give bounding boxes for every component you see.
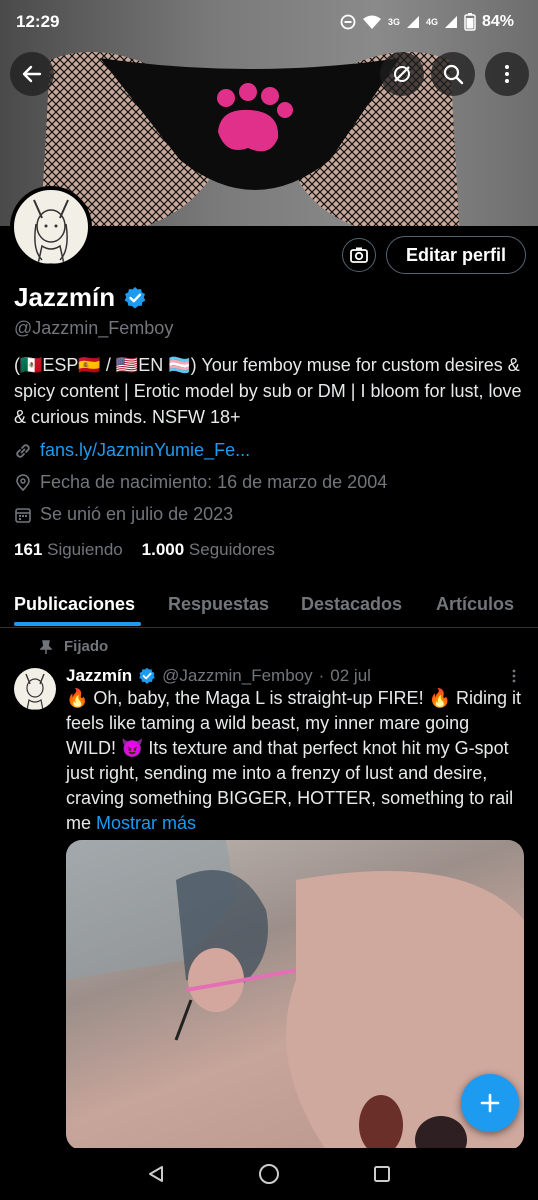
verified-icon [139, 667, 155, 684]
nav-home-icon[interactable] [258, 1163, 280, 1185]
avatar-image [33, 199, 69, 264]
nav-recents-icon[interactable] [372, 1164, 392, 1184]
active-tab-indicator [14, 622, 141, 626]
profile-name-row: Jazzmín [14, 282, 147, 313]
compose-post-button[interactable] [461, 1074, 519, 1132]
profile-name: Jazzmín [14, 282, 116, 312]
nav-back-icon[interactable] [146, 1164, 166, 1184]
search-icon [443, 64, 464, 85]
post-avatar[interactable] [14, 668, 56, 710]
follow-stats: 161 Siguiendo 1.000 Seguidores [14, 540, 275, 560]
join-date-text: Se unió en julio de 2023 [40, 504, 234, 524]
status-bar: 12:29 3G 4G 84% [0, 0, 538, 44]
post-author-handle[interactable]: @Jazzmin_Femboy [162, 666, 312, 686]
signal-icon-1 [406, 16, 419, 28]
plus-icon [480, 1093, 500, 1113]
status-time: 12:29 [16, 12, 60, 31]
followers-link[interactable]: 1.000 Seguidores [142, 540, 275, 559]
verified-icon[interactable] [123, 286, 147, 310]
tab-articulos[interactable]: Artículos [436, 594, 514, 615]
post-media-image [66, 840, 524, 1150]
edit-profile-button[interactable]: Editar perfil [386, 236, 526, 274]
post-media[interactable] [66, 840, 524, 1150]
tab-destacados[interactable]: Destacados [301, 594, 402, 615]
media-button[interactable] [342, 238, 376, 272]
followers-label: Seguidores [188, 540, 275, 559]
post-header: Jazzmín @Jazzmin_Femboy · 02 jul [66, 666, 371, 686]
post-author-name[interactable]: Jazzmín [66, 666, 132, 686]
profile-link-row[interactable]: fans.ly/JazminYumie_Fe... [14, 440, 250, 461]
show-more-link[interactable]: Mostrar más [96, 813, 196, 833]
location-icon [16, 473, 30, 491]
post-body: 🔥 Oh, baby, the Maga L is straight-up FI… [66, 688, 522, 833]
system-nav-bar [0, 1148, 538, 1200]
followers-count: 1.000 [141, 540, 185, 559]
post-text: 🔥 Oh, baby, the Maga L is straight-up FI… [66, 686, 524, 836]
more-options-button[interactable] [485, 52, 529, 96]
profile-bio: (🇲🇽ESP🇪🇸 / 🇺🇸EN 🏳️‍⚧️) Your femboy muse … [14, 355, 522, 427]
calendar-icon [15, 507, 31, 523]
following-count: 161 [14, 540, 43, 559]
birth-date-row: Fecha de nacimiento: 16 de marzo de 2004 [14, 472, 387, 493]
post-date[interactable]: 02 jul [330, 666, 371, 686]
signal-icon-2 [444, 16, 457, 28]
birth-date-text: Fecha de nacimiento: 16 de marzo de 2004 [40, 472, 388, 492]
post-avatar-image [25, 673, 45, 710]
following-label: Siguiendo [47, 540, 123, 559]
status-icons: 3G 4G 84% [340, 13, 514, 31]
network-3g-label: 3G [387, 17, 400, 27]
back-button[interactable] [10, 52, 54, 96]
search-button[interactable] [431, 52, 475, 96]
post-more-icon[interactable] [510, 668, 518, 684]
link-icon [16, 443, 30, 458]
network-4g-label: 4G [425, 17, 438, 27]
following-link[interactable]: 161 Siguiendo [14, 540, 123, 559]
pinned-indicator: Fijado [40, 638, 108, 655]
post-separator: · [318, 666, 325, 685]
pinned-label: Fijado [64, 638, 109, 655]
tab-publicaciones[interactable]: Publicaciones [14, 594, 135, 615]
pin-icon [40, 639, 52, 654]
wifi-icon [362, 15, 381, 29]
hide-button[interactable] [380, 52, 424, 96]
tab-respuestas[interactable]: Respuestas [168, 594, 269, 615]
camera-icon [350, 247, 368, 263]
dnd-icon [340, 14, 356, 30]
join-date-row: Se unió en julio de 2023 [14, 504, 233, 525]
profile-link[interactable]: fans.ly/JazminYumie_Fe... [40, 440, 250, 461]
battery-icon [464, 13, 476, 31]
profile-avatar[interactable] [10, 186, 92, 268]
profile-handle: @Jazzmin_Femboy [14, 318, 174, 338]
hide-icon [394, 66, 410, 82]
more-vertical-icon [505, 65, 509, 83]
battery-level: 84% [481, 13, 514, 30]
back-arrow-icon [22, 65, 42, 83]
